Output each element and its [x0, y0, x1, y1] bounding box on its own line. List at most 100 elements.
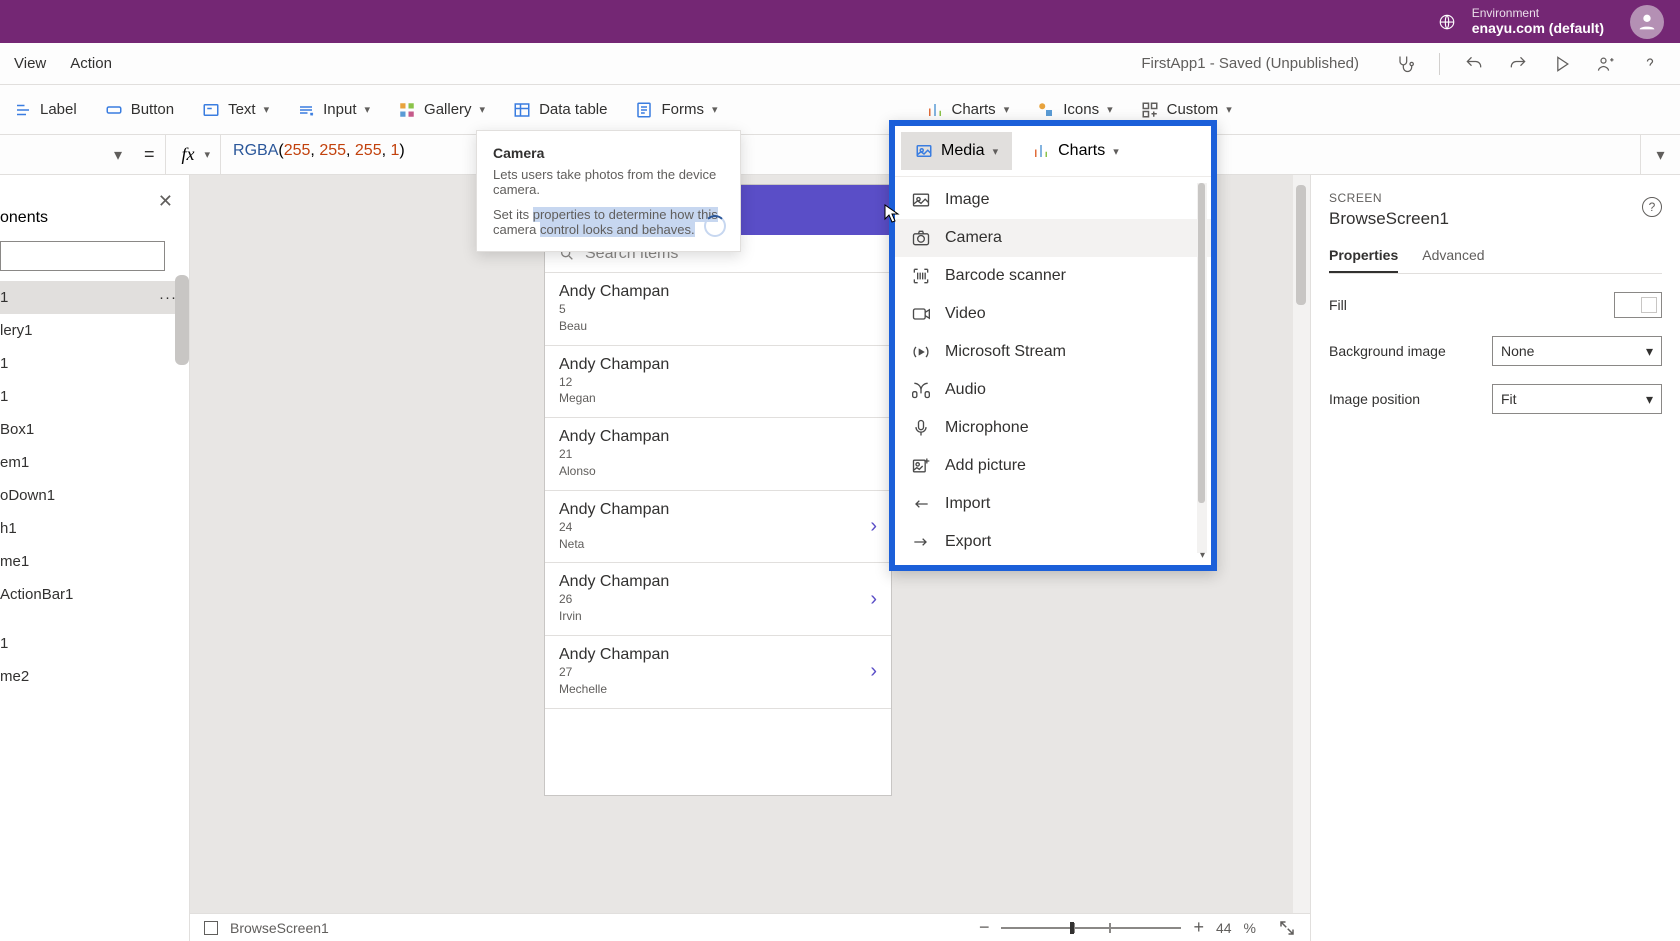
media-item-label: Add picture: [945, 457, 1026, 475]
media-item-import[interactable]: Import: [895, 485, 1211, 523]
list-item[interactable]: Andy Champan 24 Neta ›: [545, 491, 891, 564]
tree-item[interactable]: 1: [0, 347, 189, 380]
media-item-add-picture[interactable]: Add picture: [895, 447, 1211, 485]
media-item-label: Camera: [945, 229, 1002, 247]
tree-item[interactable]: ActionBar1: [0, 578, 189, 611]
chevron-right-icon[interactable]: ›: [870, 588, 877, 611]
button-icon: [105, 101, 123, 119]
play-icon[interactable]: [1552, 54, 1572, 74]
scrollbar[interactable]: [175, 275, 189, 365]
fx-icon[interactable]: fx: [176, 144, 201, 165]
ribbon-input[interactable]: Input▾: [283, 91, 384, 129]
undo-icon[interactable]: [1464, 54, 1484, 74]
list-item[interactable]: Andy Champan 26 Irvin ›: [545, 563, 891, 636]
list-item-num: 27: [559, 664, 870, 681]
list-item[interactable]: Andy Champan 21 Alonso: [545, 418, 891, 491]
media-icon: [915, 142, 933, 160]
media-item-microsoft-stream[interactable]: Microsoft Stream: [895, 333, 1211, 371]
list-item[interactable]: Andy Champan 12 Megan: [545, 346, 891, 419]
close-icon[interactable]: ✕: [158, 191, 173, 212]
property-selector[interactable]: ▾: [4, 140, 134, 170]
chevron-down-icon: ▾: [993, 145, 999, 158]
status-screen-name: BrowseScreen1: [230, 920, 329, 936]
tree-item[interactable]: oDown1: [0, 479, 189, 512]
video-icon: [911, 305, 931, 323]
chevron-down-icon: ▾: [1004, 103, 1010, 116]
avatar[interactable]: [1630, 5, 1664, 39]
bgimage-select[interactable]: None▾: [1492, 336, 1662, 366]
environment-block[interactable]: Environment enayu.com (default): [1472, 6, 1604, 37]
menu-view[interactable]: View: [14, 55, 46, 72]
media-item-microphone[interactable]: Microphone: [895, 409, 1211, 447]
stethoscope-icon[interactable]: [1395, 54, 1415, 74]
scrollbar[interactable]: [1293, 175, 1310, 913]
imgpos-select[interactable]: Fit▾: [1492, 384, 1662, 414]
tab-properties[interactable]: Properties: [1329, 247, 1398, 273]
scrollbar[interactable]: [1197, 183, 1207, 553]
fill-color-picker[interactable]: [1614, 292, 1662, 318]
tree-item[interactable]: Box1: [0, 413, 189, 446]
media-item-video[interactable]: Video: [895, 295, 1211, 333]
chevron-down-icon[interactable]: ▾: [205, 148, 211, 161]
ribbon-charts-inline[interactable]: Charts▾: [1018, 132, 1133, 170]
status-bar: BrowseScreen1 − + 44 %: [190, 913, 1310, 941]
menu-action[interactable]: Action: [70, 55, 112, 72]
chevron-right-icon[interactable]: ›: [870, 660, 877, 683]
list-item-num: 24: [559, 519, 870, 536]
chevron-down-icon: ▾: [264, 103, 270, 116]
media-item-barcode-scanner[interactable]: Barcode scanner: [895, 257, 1211, 295]
tree-item[interactable]: 1: [0, 627, 189, 660]
redo-icon[interactable]: [1508, 54, 1528, 74]
media-item-label: Microsoft Stream: [945, 343, 1066, 361]
ribbon-gallery[interactable]: Gallery▾: [384, 91, 499, 129]
ribbon-forms[interactable]: Forms▾: [621, 91, 731, 129]
list-item-name: Andy Champan: [559, 428, 877, 446]
text-icon: [202, 101, 220, 119]
tree-item[interactable]: me1: [0, 545, 189, 578]
tree-search-input[interactable]: [0, 241, 165, 271]
label-icon: [14, 101, 32, 119]
tree-item[interactable]: em1: [0, 446, 189, 479]
chevron-right-icon[interactable]: ›: [870, 515, 877, 538]
tab-advanced[interactable]: Advanced: [1422, 247, 1484, 273]
list-item-sub: Irvin: [559, 608, 870, 625]
tree-item[interactable]: [0, 611, 189, 627]
add-picture-icon: [911, 457, 931, 475]
media-item-label: Audio: [945, 381, 986, 399]
tree-item-selected[interactable]: 1 ···: [0, 281, 189, 314]
media-item-export[interactable]: Export: [895, 523, 1211, 561]
list-item[interactable]: Andy Champan 27 Mechelle ›: [545, 636, 891, 709]
ribbon-media-active[interactable]: Media ▾: [901, 132, 1012, 170]
list-item-sub: Neta: [559, 536, 870, 553]
fit-icon[interactable]: [1278, 919, 1296, 937]
share-icon[interactable]: [1596, 54, 1616, 74]
tree-item[interactable]: 1: [0, 380, 189, 413]
tree-item[interactable]: lery1: [0, 314, 189, 347]
zoom-slider[interactable]: [1001, 927, 1181, 929]
formula-expand[interactable]: ▾: [1640, 135, 1680, 174]
zoom-out[interactable]: −: [979, 917, 990, 938]
tooltip-camera: Camera Lets users take photos from the d…: [476, 130, 741, 252]
phone-preview[interactable]: Search items Andy Champan 5 Beau Andy Ch…: [545, 185, 891, 795]
list-item[interactable]: Andy Champan 5 Beau: [545, 273, 891, 346]
ribbon-data-table[interactable]: Data table: [499, 91, 621, 129]
scroll-down-icon[interactable]: ▾: [1200, 550, 1205, 561]
help-icon[interactable]: [1640, 54, 1660, 74]
list-item-num: 21: [559, 446, 877, 463]
ribbon-text[interactable]: Text▾: [188, 91, 283, 129]
props-control-name: BrowseScreen1: [1329, 209, 1662, 229]
ribbon-label[interactable]: Label: [0, 91, 91, 129]
tree-item[interactable]: me2: [0, 660, 189, 693]
chevron-down-icon: ▾: [365, 103, 371, 116]
canvas-area[interactable]: Camera Lets users take photos from the d…: [190, 175, 1310, 941]
media-item-image[interactable]: Image: [895, 181, 1211, 219]
camera-icon: [911, 229, 931, 247]
media-item-audio[interactable]: Audio: [895, 371, 1211, 409]
charts-icon: [926, 101, 944, 119]
media-item-camera[interactable]: Camera: [895, 219, 1211, 257]
tree-item[interactable]: h1: [0, 512, 189, 545]
zoom-in[interactable]: +: [1193, 917, 1204, 938]
export-icon: [911, 533, 931, 551]
help-icon[interactable]: ?: [1642, 197, 1662, 217]
ribbon-button[interactable]: Button: [91, 91, 188, 129]
